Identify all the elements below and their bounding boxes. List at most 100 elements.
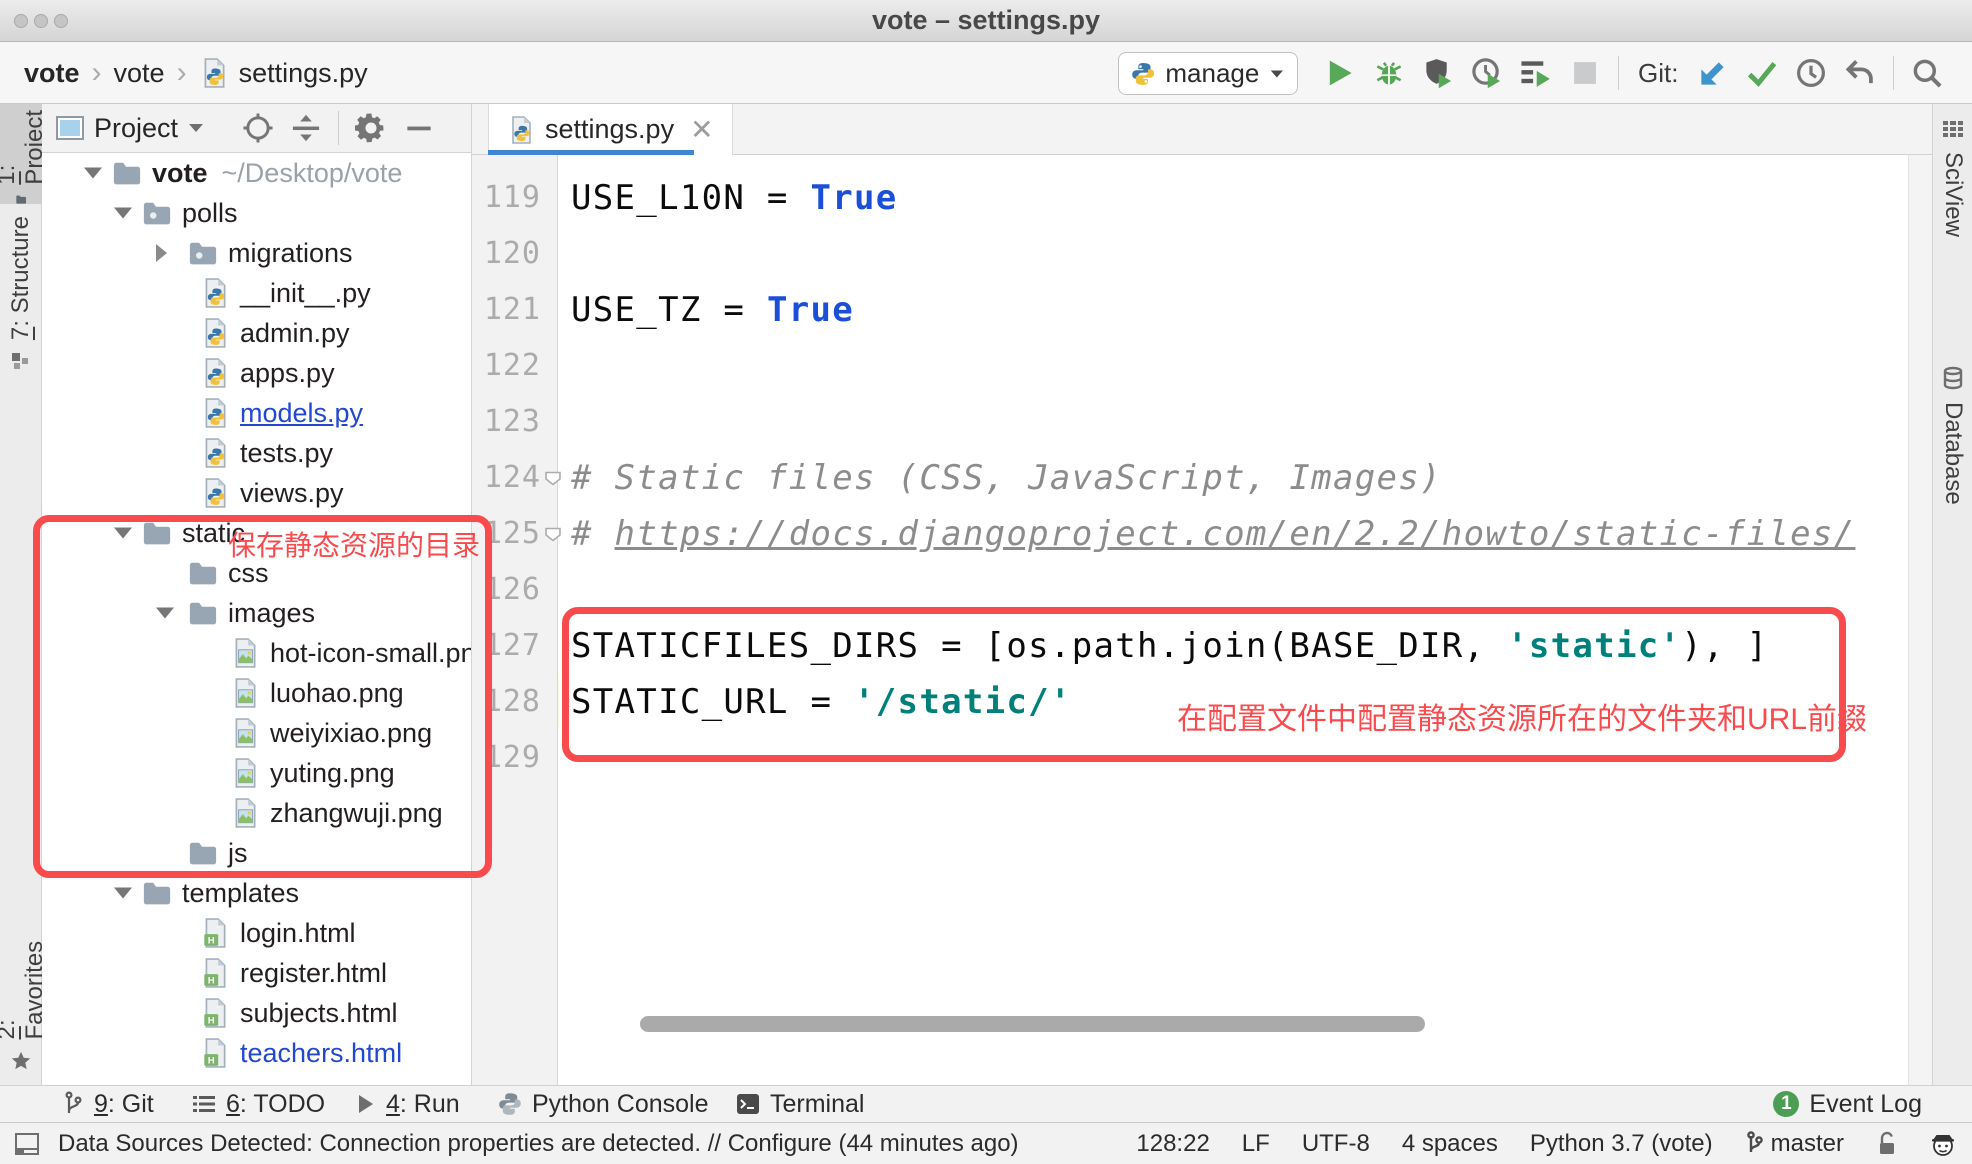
line-number: 124 (471, 450, 541, 506)
git-commit-button[interactable] (1746, 57, 1778, 89)
code-editor[interactable]: USE_L10N = TrueUSE_TZ = True# Static fil… (559, 155, 1908, 1085)
tree-item-register-html[interactable]: Hregister.html (42, 953, 471, 993)
tree-item-admin-py[interactable]: admin.py (42, 313, 471, 353)
tree-item-tests-py[interactable]: tests.py (42, 433, 471, 473)
gear-icon[interactable] (355, 112, 387, 144)
line-number: 123 (471, 394, 541, 450)
run-configuration-select[interactable]: manage (1118, 52, 1298, 95)
tree-item-teachers-html[interactable]: Hteachers.html (42, 1033, 471, 1073)
line-number: 120 (471, 226, 541, 282)
tree-item-subjects-html[interactable]: Hsubjects.html (42, 993, 471, 1033)
tree-item-templates[interactable]: templates (42, 873, 471, 913)
tree-item-static[interactable]: static (42, 513, 471, 553)
tab-settings-py[interactable]: settings.py ✕ (488, 104, 733, 155)
git-rollback-button[interactable] (1844, 57, 1876, 89)
hide-panel-button[interactable] (403, 112, 435, 144)
tree-item-css[interactable]: css (42, 553, 471, 593)
toolwindow-run[interactable]: 4: Run (356, 1086, 460, 1122)
sidebar-tab-project[interactable]: 1: Project (0, 104, 42, 204)
star-icon (9, 1050, 33, 1072)
tree-item-zhangwuji-png[interactable]: zhangwuji.png (42, 793, 471, 833)
run-coverage-button[interactable] (1422, 57, 1454, 89)
html-icon: H (200, 918, 230, 948)
folder-icon (188, 598, 218, 628)
left-toolwindow-stripe: 1: Project 7: Structure 2: Favorites (0, 104, 42, 1085)
toolwindow-bar: 1 Event Log 9: Git 6: TODO 4: Run Python Co… (0, 1085, 1972, 1122)
git-update-button[interactable] (1697, 57, 1729, 89)
tree-item-weiyixiao-png[interactable]: weiyixiao.png (42, 713, 471, 753)
hector-inspector-icon[interactable] (1930, 1131, 1956, 1157)
caret-position[interactable]: 128:22 (1136, 1130, 1209, 1158)
git-history-button[interactable] (1795, 57, 1827, 89)
toolwindow-terminal[interactable]: Terminal (736, 1086, 864, 1122)
tree-item-label: templates (182, 878, 299, 909)
pycharm-window: vote – settings.py vote › vote › setting… (0, 0, 1972, 1164)
tree-item-vote[interactable]: vote~/Desktop/vote (42, 153, 471, 193)
img-icon (230, 638, 260, 668)
tree-item-hot-icon-small-png[interactable]: hot-icon-small.png (42, 633, 471, 673)
sidebar-tab-structure[interactable]: 7: Structure (0, 216, 42, 372)
tree-item-login-html[interactable]: Hlogin.html (42, 913, 471, 953)
tree-item-images[interactable]: images (42, 593, 471, 633)
toolbar-actions: Git: (1324, 42, 1943, 104)
breadcrumb-package[interactable]: vote (114, 58, 165, 89)
stop-button[interactable] (1569, 57, 1601, 89)
file-encoding[interactable]: UTF-8 (1302, 1130, 1370, 1158)
locate-file-button[interactable] (242, 112, 274, 144)
collapse-all-button[interactable] (290, 112, 322, 144)
chevron-down-icon[interactable] (188, 123, 204, 134)
tree-item-migrations[interactable]: migrations (42, 233, 471, 273)
chevron-right-icon: › (90, 56, 104, 90)
sidebar-tab-sciview[interactable]: SciView (1933, 118, 1972, 237)
tree-item-label: teachers.html (240, 1038, 402, 1069)
line-number: 122 (471, 338, 541, 394)
concurrency-diagram-button[interactable] (1520, 57, 1552, 89)
tree-item--init-py[interactable]: __init__.py (42, 273, 471, 313)
sidebar-tab-favorites[interactable]: 2: Favorites (0, 922, 42, 1072)
chevron-right-icon: › (175, 56, 189, 90)
project-panel-title[interactable]: Project (94, 113, 178, 144)
debug-button[interactable] (1373, 57, 1405, 89)
chevron-down-icon[interactable] (114, 528, 132, 539)
python-interpreter[interactable]: Python 3.7 (vote) (1530, 1130, 1713, 1158)
toolwindow-python-console[interactable]: Python Console (498, 1086, 709, 1122)
vertical-scrollbar[interactable] (1908, 155, 1932, 1085)
chevron-down-icon[interactable] (84, 168, 102, 179)
profiler-button[interactable] (1471, 57, 1503, 89)
git-branch-widget[interactable]: master (1745, 1130, 1844, 1158)
chevron-down-icon[interactable] (114, 888, 132, 899)
line-ending[interactable]: LF (1242, 1130, 1270, 1158)
chevron-down-icon[interactable] (156, 608, 174, 619)
tree-item-label: login.html (240, 918, 356, 949)
tree-item-polls[interactable]: polls (42, 193, 471, 233)
sidebar-tab-database[interactable]: Database (1933, 366, 1972, 505)
indent-setting[interactable]: 4 spaces (1402, 1130, 1498, 1158)
py-icon (200, 358, 230, 388)
close-tab-icon[interactable]: ✕ (690, 113, 713, 146)
folder-icon (188, 558, 218, 588)
database-icon (1941, 366, 1965, 392)
event-log-button[interactable]: 1 Event Log (1773, 1086, 1922, 1122)
fold-region-icon[interactable] (544, 506, 564, 562)
tree-item-luohao-png[interactable]: luohao.png (42, 673, 471, 713)
tree-item-label: weiyixiao.png (270, 718, 432, 749)
tree-item-yuting-png[interactable]: yuting.png (42, 753, 471, 793)
unlock-icon[interactable] (1876, 1131, 1898, 1157)
run-button[interactable] (1324, 57, 1356, 89)
tree-item-models-py[interactable]: models.py (42, 393, 471, 433)
status-message[interactable]: Data Sources Detected: Connection proper… (58, 1130, 1019, 1158)
search-everywhere-button[interactable] (1911, 57, 1943, 89)
tree-item-js[interactable]: js (42, 833, 471, 873)
toolwindow-todo[interactable]: 6: TODO (192, 1086, 325, 1122)
chevron-down-icon[interactable] (114, 208, 132, 219)
tree-item-apps-py[interactable]: apps.py (42, 353, 471, 393)
horizontal-scrollbar[interactable] (640, 1016, 1425, 1032)
toolwindow-git[interactable]: 9: Git (64, 1086, 154, 1122)
py-icon (200, 278, 230, 308)
chevron-right-icon[interactable] (156, 244, 167, 262)
breadcrumb-file[interactable]: settings.py (239, 58, 368, 89)
breadcrumb-project[interactable]: vote (24, 58, 80, 89)
fold-region-icon[interactable] (544, 450, 564, 506)
toolwindow-toggle-icon[interactable] (14, 1131, 40, 1157)
tree-item-views-py[interactable]: views.py (42, 473, 471, 513)
